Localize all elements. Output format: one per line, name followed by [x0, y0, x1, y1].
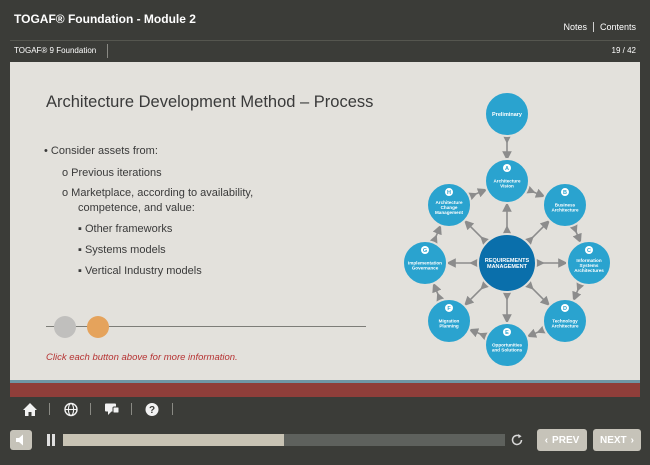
globe-icon[interactable]	[63, 402, 79, 417]
node-label: Migration Planning	[439, 318, 460, 328]
phase-letter: C	[587, 248, 591, 254]
phase-letter: B	[563, 190, 567, 196]
node-phase-d[interactable]: D Technology Architecture	[541, 297, 588, 344]
phase-letter: D	[563, 306, 567, 312]
divider	[49, 403, 50, 415]
node-phase-h[interactable]: HArchitecture Change Management	[426, 182, 473, 229]
next-label: NEXT	[599, 434, 627, 446]
node-phase-f[interactable]: FMigration Planning	[426, 297, 473, 344]
divider	[172, 403, 173, 415]
phase-letter: H	[447, 190, 451, 196]
prev-label: PREV	[552, 434, 580, 446]
node-label: Business Architecture	[551, 202, 579, 212]
arrow	[466, 188, 488, 202]
page-counter: 19 / 42	[611, 46, 636, 55]
course-player: TOGAF® Foundation - Module 2 Notes Conte…	[0, 0, 650, 465]
app-title: TOGAF® Foundation - Module 2	[14, 12, 196, 26]
chat-icon[interactable]	[104, 402, 120, 417]
arrow	[523, 220, 550, 247]
arrow	[568, 222, 582, 244]
top-links: Notes Contents	[563, 22, 636, 32]
svg-text:?: ?	[149, 405, 155, 416]
node-label: Technology Architecture	[551, 318, 579, 328]
arrow	[572, 280, 586, 302]
top-bar: TOGAF® Foundation - Module 2 Notes Conte…	[0, 0, 650, 40]
progress-bar[interactable]	[63, 434, 505, 446]
arrow	[464, 220, 491, 247]
arrow	[523, 279, 550, 306]
node-label: REQUIREMENTS MANAGEMENT	[485, 258, 530, 270]
notes-link[interactable]: Notes	[563, 22, 587, 32]
divider	[107, 44, 108, 58]
adm-cycle-diagram: Preliminary REQUIREMENTS MANAGEMENT AArchit…	[402, 91, 612, 368]
node-phase-g[interactable]: G Implementation Governance	[402, 240, 448, 286]
node-preliminary[interactable]: Preliminary	[484, 91, 530, 137]
replay-icon[interactable]	[510, 433, 524, 447]
pause-icon[interactable]	[46, 434, 56, 446]
node-requirements-management[interactable]: REQUIREMENTS MANAGEMENT	[477, 233, 537, 293]
bullet-item: • Consider assets from:	[44, 145, 158, 157]
bullet-item: o Previous iterations	[62, 167, 162, 179]
node-phase-b[interactable]: B Business Architecture	[541, 182, 588, 229]
bullet-item: ▪ Vertical Industry models	[78, 265, 202, 277]
arrow	[428, 224, 442, 246]
node-phase-c[interactable]: CInformation Systems Architectures	[566, 240, 612, 286]
course-name: TOGAF® 9 Foundation	[14, 46, 97, 55]
progress-fill	[63, 434, 284, 446]
course-bar: TOGAF® 9 Foundation 19 / 42	[10, 40, 640, 62]
timeline-button-2[interactable]	[87, 316, 109, 338]
bullet-item: o Marketplace, according to availability…	[62, 187, 254, 199]
slide-area: Architecture Development Method – Proces…	[10, 62, 640, 380]
arrow	[468, 328, 490, 342]
phase-letter: E	[505, 330, 509, 336]
divider	[592, 22, 594, 32]
node-phase-e[interactable]: E Opportunities and Solutions	[484, 322, 530, 368]
arrow	[464, 279, 491, 306]
node-label: Opportunities and Solutions	[492, 342, 523, 352]
node-label: Implementation Governance	[408, 260, 442, 270]
node-phase-a[interactable]: AArchitecture Vision	[484, 158, 530, 204]
chevron-right-icon: ›	[630, 434, 634, 446]
help-icon[interactable]: ?	[144, 402, 160, 417]
home-icon[interactable]	[22, 402, 38, 417]
slide-title: Architecture Development Method – Proces…	[46, 93, 374, 111]
volume-button[interactable]	[10, 430, 32, 450]
contents-link[interactable]: Contents	[600, 22, 636, 32]
arrow	[524, 184, 546, 198]
slide-footer-strip	[10, 380, 640, 397]
prev-button[interactable]: ‹ PREV	[537, 429, 587, 451]
phase-letter: A	[505, 166, 509, 172]
node-label: Preliminary	[492, 112, 523, 118]
click-instruction: Click each button above for more informa…	[46, 352, 238, 363]
next-button[interactable]: NEXT ›	[593, 429, 641, 451]
bullet-item: ▪ Other frameworks	[78, 223, 173, 235]
divider	[131, 403, 132, 415]
divider	[90, 403, 91, 415]
bullet-item: competence, and value:	[78, 202, 195, 214]
toolbar: ?	[10, 397, 640, 421]
timeline-button-1[interactable]	[54, 316, 76, 338]
chevron-left-icon: ‹	[544, 434, 549, 446]
arrow	[526, 324, 548, 338]
arrow	[432, 282, 446, 304]
bullet-item: ▪ Systems models	[78, 244, 166, 256]
phase-letter: G	[423, 248, 427, 254]
